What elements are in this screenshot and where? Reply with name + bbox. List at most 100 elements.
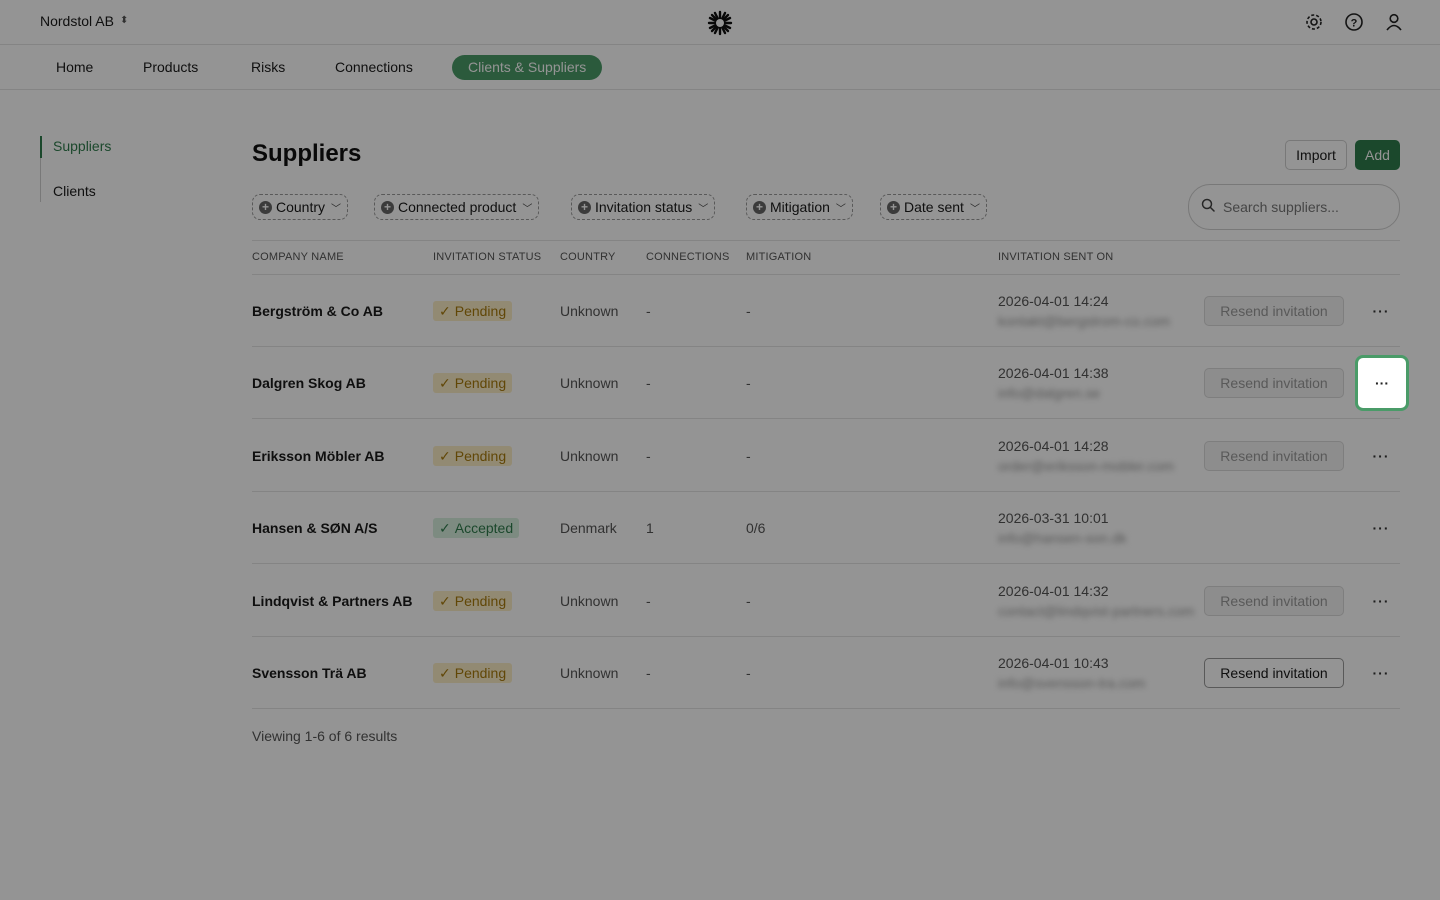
sent-email: info@svensson-tra.com	[998, 675, 1146, 691]
check-icon: ✓	[439, 520, 451, 536]
company-name[interactable]: Eriksson Möbler AB	[252, 448, 385, 464]
connections-value: -	[646, 448, 651, 464]
company-name[interactable]: Dalgren Skog AB	[252, 375, 366, 391]
sent-email: kontakt@bergstrom-co.com	[998, 313, 1171, 329]
more-options-icon[interactable]: ···	[1367, 659, 1395, 687]
import-button[interactable]: Import	[1285, 140, 1347, 170]
chevron-down-icon: ﹀	[331, 203, 342, 215]
sent-email: order@eriksson-mobler.com	[998, 458, 1175, 474]
more-options-icon[interactable]: ···	[1367, 587, 1395, 615]
plus-circle-icon: +	[887, 200, 900, 214]
sent-date: 2026-04-01 14:32	[998, 583, 1109, 599]
connections-value: -	[646, 593, 651, 609]
country-value: Unknown	[560, 375, 619, 391]
more-options-icon[interactable]: ···	[1367, 442, 1395, 470]
page-title: Suppliers	[252, 140, 362, 167]
nav-products[interactable]: Products	[127, 55, 214, 80]
company-name[interactable]: Lindqvist & Partners AB	[252, 593, 413, 609]
org-switcher[interactable]: Nordstol AB ⬍	[40, 13, 128, 29]
connections-value: 1	[646, 520, 654, 536]
plus-circle-icon: +	[753, 200, 766, 214]
table-row[interactable]: Lindqvist & Partners AB ✓ Pending Unknown…	[252, 565, 1400, 637]
sidebar-item-suppliers[interactable]: Suppliers	[53, 138, 111, 154]
filter-label: Country	[276, 199, 326, 215]
status-text: Pending	[454, 665, 507, 681]
add-button[interactable]: Add	[1355, 140, 1400, 170]
check-icon: ✓	[439, 665, 451, 681]
chevron-down-icon: ﹀	[698, 203, 709, 215]
filter-country[interactable]: + Country ﹀	[252, 194, 349, 220]
status-badge: ✓ Accepted	[433, 518, 520, 538]
filter-connected-product[interactable]: + Connected product ﹀	[374, 194, 540, 220]
plus-circle-icon: +	[578, 200, 591, 214]
sidebar-item-clients[interactable]: Clients	[53, 183, 96, 199]
check-icon: ✓	[439, 593, 451, 609]
filter-label: Invitation status	[595, 199, 693, 215]
company-name[interactable]: Svensson Trä AB	[252, 665, 367, 681]
table-row[interactable]: Dalgren Skog AB ✓ Pending Unknown - - 202…	[252, 347, 1400, 419]
nav-connections[interactable]: Connections	[319, 55, 429, 80]
sent-email: contact@lindqvist-partners.com	[998, 603, 1195, 619]
status-badge: ✓ Pending	[433, 446, 513, 466]
filter-date-sent[interactable]: + Date sent ﹀	[880, 194, 987, 220]
more-options-button-focused[interactable]: ···	[1355, 355, 1409, 411]
resend-invitation-button[interactable]: Resend invitation	[1204, 296, 1344, 326]
svg-text:?: ?	[1351, 18, 1358, 30]
user-icon[interactable]	[1382, 10, 1406, 34]
country-value: Unknown	[560, 303, 619, 319]
filter-label: Date sent	[904, 199, 964, 215]
resend-invitation-button[interactable]: Resend invitation	[1204, 441, 1344, 471]
filter-label: Connected product	[398, 199, 517, 215]
sidebar: Suppliers Clients	[40, 136, 111, 202]
country-value: Unknown	[560, 593, 619, 609]
company-name[interactable]: Hansen & SØN A/S	[252, 520, 378, 536]
more-options-icon[interactable]: ···	[1367, 297, 1395, 325]
connections-value: -	[646, 665, 651, 681]
plus-circle-icon: +	[259, 200, 272, 214]
mitigation-value: -	[746, 448, 751, 464]
table-row[interactable]: Bergström & Co AB ✓ Pending Unknown - - 2…	[252, 275, 1400, 347]
logo-icon[interactable]	[706, 9, 734, 37]
chevron-down-icon: ﹀	[522, 203, 533, 215]
status-text: Pending	[454, 375, 507, 391]
resend-invitation-button[interactable]: Resend invitation	[1204, 586, 1344, 616]
filter-mitigation[interactable]: + Mitigation ﹀	[746, 194, 853, 220]
mitigation-value: 0/6	[746, 520, 766, 536]
filter-label: Mitigation	[770, 199, 830, 215]
sent-email: info@hansen-son.dk	[998, 530, 1127, 546]
more-options-icon[interactable]: ···	[1367, 514, 1395, 542]
table-row[interactable]: Hansen & SØN A/S ✓ Accepted Denmark 1 0/6…	[252, 492, 1400, 564]
check-icon: ✓	[439, 303, 451, 319]
chevron-updown-icon: ⬍	[119, 15, 129, 26]
connections-value: -	[646, 303, 651, 319]
connections-value: -	[646, 375, 651, 391]
check-icon: ✓	[439, 448, 451, 464]
col-connections: CONNECTIONS	[646, 251, 730, 263]
resend-invitation-button[interactable]: Resend invitation	[1204, 368, 1344, 398]
gear-icon[interactable]	[1302, 10, 1326, 34]
table-top-divider	[252, 240, 1400, 241]
filter-invitation-status[interactable]: + Invitation status ﹀	[571, 194, 716, 220]
search-box[interactable]	[1188, 184, 1400, 230]
status-text: Pending	[454, 303, 507, 319]
nav-clients-suppliers[interactable]: Clients & Suppliers	[452, 55, 603, 80]
nav-risks[interactable]: Risks	[235, 55, 301, 80]
nav-home[interactable]: Home	[40, 55, 109, 80]
search-input[interactable]	[1223, 199, 1383, 215]
help-icon[interactable]: ?	[1342, 10, 1366, 34]
col-country: COUNTRY	[560, 251, 616, 263]
mitigation-value: -	[746, 375, 751, 391]
chevron-down-icon: ﹀	[969, 203, 980, 215]
sent-email: info@dalgren.se	[998, 385, 1101, 401]
chevron-down-icon: ﹀	[835, 203, 846, 215]
col-invitation-status: INVITATION STATUS	[433, 251, 542, 263]
table-row[interactable]: Eriksson Möbler AB ✓ Pending Unknown - - …	[252, 420, 1400, 492]
company-name[interactable]: Bergström & Co AB	[252, 303, 383, 319]
resend-invitation-button[interactable]: Resend invitation	[1204, 658, 1344, 688]
status-badge: ✓ Pending	[433, 591, 513, 611]
table-row[interactable]: Svensson Trä AB ✓ Pending Unknown - - 202…	[252, 637, 1400, 709]
country-value: Unknown	[560, 448, 619, 464]
mitigation-value: -	[746, 303, 751, 319]
status-text: Pending	[454, 593, 507, 609]
col-company-name: COMPANY NAME	[252, 251, 344, 263]
